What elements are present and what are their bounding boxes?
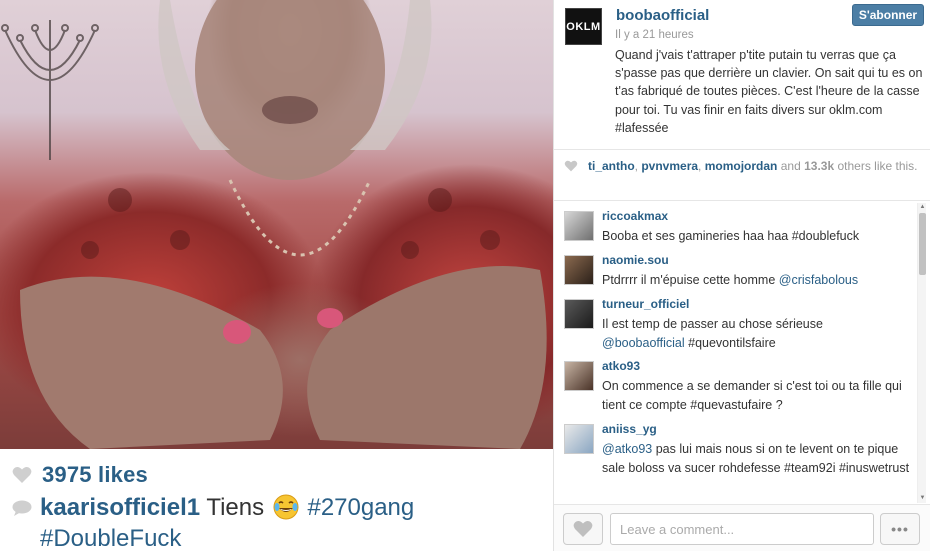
- avatar[interactable]: [564, 211, 594, 241]
- comment-text-after: #quevontilsfaire: [684, 335, 776, 350]
- photo-panel: 3975 likes kaarisofficiel1 Tiens #270gan…: [0, 0, 553, 551]
- avatar[interactable]: [564, 299, 594, 329]
- like-button[interactable]: [563, 513, 603, 545]
- comment-input[interactable]: [610, 513, 874, 545]
- caption-text: kaarisofficiel1 Tiens #270gang #DoubleFu…: [40, 492, 414, 551]
- scroll-down-arrow-icon[interactable]: ▼: [918, 494, 927, 503]
- comment-username[interactable]: turneur_officiel: [602, 297, 689, 311]
- likes-others-count[interactable]: 13.3k: [804, 159, 834, 173]
- comment-footer: •••: [554, 504, 930, 551]
- comment-text-body: Il est temp de passer au chose sérieuse: [602, 317, 823, 331]
- comment-username[interactable]: naomie.sou: [602, 253, 669, 267]
- likes-and: and: [780, 159, 801, 173]
- caption-body: Tiens: [206, 494, 265, 521]
- more-options-button[interactable]: •••: [880, 513, 920, 545]
- photo-likes: 3975 likes: [12, 462, 148, 488]
- caption-hashtag-doublefuck[interactable]: #DoubleFuck: [40, 525, 181, 551]
- comments-list[interactable]: riccoakmax Booba et ses gamineries haa h…: [554, 200, 930, 504]
- heart-icon[interactable]: [12, 466, 32, 484]
- face-with-tears-of-joy-icon: [273, 494, 299, 520]
- heart-icon: [564, 160, 578, 172]
- avatar[interactable]: [564, 424, 594, 454]
- caption-username[interactable]: kaarisofficiel1: [40, 494, 200, 521]
- comment-mention[interactable]: @boobaofficial: [602, 336, 685, 350]
- comment-text: Booba et ses gamineries haa haa #doublef…: [602, 229, 860, 243]
- comment-text: Il est temp de passer au chose sérieuse @…: [602, 315, 912, 352]
- post-caption-text: Quand j'vais t'attraper p'tite putain tu…: [615, 48, 923, 117]
- likes-summary: ti_antho, pvnvmera, momojordan and 13.3k…: [564, 158, 924, 174]
- scroll-up-arrow-icon[interactable]: ▲: [918, 203, 927, 212]
- comment-text-body: Ptdrrrr il m'épuise cette homme: [602, 273, 779, 287]
- photo-decor: [1, 0, 547, 449]
- post-caption: Quand j'vais t'attraper p'tite putain tu…: [615, 46, 925, 137]
- post-caption-hashtag[interactable]: #lafessée: [615, 121, 669, 135]
- post-photo[interactable]: [0, 0, 553, 449]
- liker-username[interactable]: ti_antho: [588, 159, 635, 173]
- caption-hashtag-270gang[interactable]: #270gang: [307, 494, 414, 521]
- likes-count: 3975 likes: [42, 462, 148, 487]
- heart-icon: [573, 521, 593, 537]
- comment-text: Ptdrrrr il m'épuise cette homme @crisfab…: [602, 271, 912, 290]
- avatar[interactable]: [564, 255, 594, 285]
- comment-username[interactable]: atko93: [602, 359, 640, 373]
- follow-button[interactable]: S'abonner: [852, 4, 924, 26]
- comment-username[interactable]: riccoakmax: [602, 209, 668, 223]
- post-timestamp: Il y a 21 heures: [615, 29, 694, 41]
- author-avatar[interactable]: OKLM: [565, 8, 602, 45]
- scroll-thumb[interactable]: [919, 213, 926, 275]
- photo-caption: kaarisofficiel1 Tiens #270gang #DoubleFu…: [12, 492, 542, 551]
- post-sidebar: OKLM boobaofficial Il y a 21 heures S'ab…: [553, 0, 930, 551]
- comment-bubble-icon: [12, 500, 32, 516]
- comment-text: @atko93 pas lui mais nous si on te leven…: [602, 440, 912, 477]
- likes-others-text: others like this.: [837, 159, 918, 173]
- comment-mention[interactable]: @atko93: [602, 442, 652, 456]
- comment-mention[interactable]: @crisfabolous: [779, 273, 858, 287]
- comment-text: On commence a se demander si c'est toi o…: [602, 379, 902, 412]
- comments-scrollbar[interactable]: ▲ ▼: [917, 203, 926, 503]
- avatar[interactable]: [564, 361, 594, 391]
- liker-username[interactable]: pvnvmera: [641, 159, 698, 173]
- comment-username[interactable]: aniiss_yg: [602, 422, 657, 436]
- post-header: OKLM boobaofficial Il y a 21 heures S'ab…: [554, 0, 930, 150]
- liker-username[interactable]: momojordan: [705, 159, 778, 173]
- author-username[interactable]: boobaofficial: [616, 7, 709, 24]
